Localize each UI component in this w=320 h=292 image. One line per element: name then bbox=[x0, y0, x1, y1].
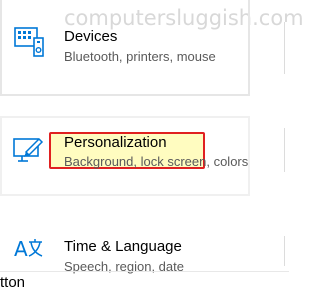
next-column-tile-edge bbox=[284, 22, 289, 74]
personalization-icon bbox=[12, 133, 46, 167]
devices-subtitle: Bluetooth, printers, mouse bbox=[64, 49, 216, 64]
svg-text:A: A bbox=[14, 237, 28, 261]
time-language-title: Time & Language bbox=[64, 238, 182, 255]
next-column-tile-edge bbox=[284, 236, 289, 266]
personalization-subtitle: Background, lock screen, colors bbox=[64, 154, 249, 169]
truncated-text-fragment: tton bbox=[0, 274, 26, 291]
devices-title: Devices bbox=[64, 28, 118, 45]
section-divider bbox=[0, 271, 289, 272]
personalization-title: Personalization bbox=[64, 134, 167, 151]
time-language-icon: A bbox=[12, 234, 46, 268]
next-column-tile-edge bbox=[284, 128, 289, 172]
devices-icon bbox=[12, 26, 46, 60]
